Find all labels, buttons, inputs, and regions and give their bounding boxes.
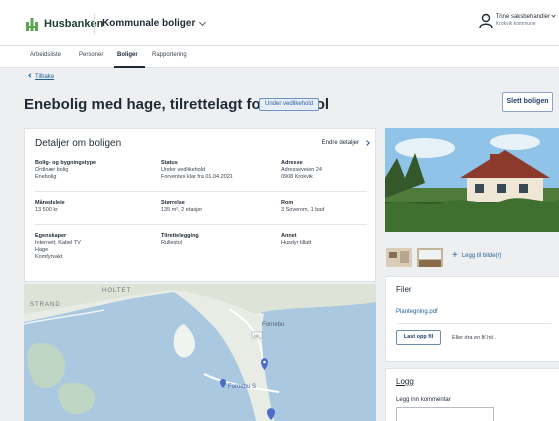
back-link[interactable]: Tilbake <box>28 73 55 80</box>
field-value: Enebolig <box>35 174 57 180</box>
app-selector[interactable]: Kommunale boliger <box>102 18 207 29</box>
housing-details-card: Detaljer om boligen Endre detaljer Bolig… <box>24 128 376 282</box>
field-label: Månedsleie <box>35 200 65 206</box>
chevron-down-icon <box>551 13 556 18</box>
edit-details-label: Endre detaljer <box>321 140 359 146</box>
files-card: Filer Plantegning.pdf Last opp fil Eller… <box>385 276 559 362</box>
app-selector-label: Kommunale boliger <box>102 18 196 29</box>
field-value: Internett, Kabel TV <box>35 240 81 246</box>
field-value: Adresseveien 24 <box>281 167 322 173</box>
add-images-button[interactable]: + Legg til bilde(r) <box>452 250 502 261</box>
top-bar: Husbanken Kommunale boliger Trine saksbe… <box>0 0 559 46</box>
user-icon <box>479 13 493 29</box>
divider <box>35 224 367 225</box>
chevron-right-icon <box>364 140 370 146</box>
husbanken-logo[interactable]: Husbanken <box>25 17 103 31</box>
comment-label: Legg inn kommentar <box>396 397 451 403</box>
plus-icon: + <box>452 250 458 261</box>
details-title: Detaljer om boligen <box>35 138 122 149</box>
field-other: Annet Husdyr tillatt <box>281 233 391 247</box>
tab-arbeidsliste[interactable]: Arbeidsliste <box>30 52 61 58</box>
image-thumbnail[interactable] <box>417 248 443 267</box>
field-status: Status Under vedlikehold Forventes klar … <box>161 160 271 181</box>
upload-file-button[interactable]: Last opp fil <box>396 330 441 345</box>
field-value: 0908 Krokvik <box>281 174 313 180</box>
field-rooms: Rom 3 Soverom, 1 bad <box>281 200 391 214</box>
field-address: Adresse Adresseveien 24 0908 Krokvik <box>281 160 391 181</box>
map-label-holtet: HOLTET <box>102 288 131 294</box>
field-value: 3 Soverom, 1 bad <box>281 207 325 213</box>
divider <box>396 323 551 324</box>
field-label: Status <box>161 160 178 166</box>
field-label: Tilrettelegging <box>161 233 199 239</box>
log-card: Logg Legg inn kommentar <box>385 368 559 421</box>
map-label-fornebu-s: Fornebu S <box>228 384 256 390</box>
field-value: Under vedlikehold <box>161 167 206 173</box>
housing-photo[interactable] <box>385 128 559 232</box>
active-tab-indicator <box>114 66 145 68</box>
field-value: Komfyrvakt <box>35 254 63 260</box>
field-accessibility: Tilrettelegging Rullestol <box>161 233 271 247</box>
add-images-label: Legg til bilde(r) <box>461 253 502 259</box>
field-value: Ordinær bolig <box>35 167 69 173</box>
tab-personer[interactable]: Personer <box>79 52 103 58</box>
user-organization: Krokvik kommune <box>495 21 536 27</box>
map-road-number: 160 <box>254 334 260 338</box>
field-value: Forventes klar fra 01.04.2021 <box>161 174 233 180</box>
field-label: Rom <box>281 200 294 206</box>
field-label: Egenskaper <box>35 233 67 239</box>
chevron-down-icon <box>199 18 207 26</box>
image-thumbnail[interactable] <box>386 248 412 267</box>
files-title: Filer <box>396 285 412 294</box>
user-name: Trine saksbehandler <box>495 14 550 20</box>
main-tabs: Arbeidsliste Personer Boliger Rapporteri… <box>0 46 559 68</box>
map-label-fornebu: Fornebu <box>262 322 284 328</box>
map-label-strand: STRAND <box>30 302 61 308</box>
field-building-type: Bolig- og bygningstype Ordinær bolig Ene… <box>35 160 145 181</box>
comment-input[interactable] <box>396 407 494 421</box>
field-value: Hage <box>35 247 49 253</box>
field-properties: Egenskaper Internett, Kabel TV Hage Komf… <box>35 233 145 261</box>
tab-boliger[interactable]: Boliger <box>117 52 138 58</box>
field-value: Rullestol <box>161 240 183 246</box>
field-value: 135 m², 2 etasjer <box>161 207 203 213</box>
log-title: Logg <box>396 377 414 386</box>
file-link[interactable]: Plantegning.pdf <box>396 309 438 315</box>
field-label: Størrelse <box>161 200 185 206</box>
tab-rapportering[interactable]: Rapportering <box>152 52 187 58</box>
back-link-label: Tilbake <box>35 74 55 80</box>
field-label: Bolig- og bygningstype <box>35 160 97 166</box>
user-menu[interactable]: Trine saksbehandler Krokvik kommune <box>479 13 556 29</box>
header-divider <box>94 14 95 34</box>
divider <box>35 191 367 192</box>
house-logo-icon <box>25 17 39 31</box>
field-value: Husdyr tillatt <box>281 240 312 246</box>
chevron-left-icon <box>28 73 33 78</box>
field-size: Størrelse 135 m², 2 etasjer <box>161 200 271 214</box>
field-monthly-rent: Månedsleie 13 500 kr <box>35 200 145 214</box>
edit-details-link[interactable]: Endre detaljer <box>321 140 370 146</box>
status-badge: Under vedlikehold <box>259 98 320 111</box>
field-label: Adresse <box>281 160 303 166</box>
drag-drop-hint: Eller dra en fil hit.. <box>452 335 497 341</box>
delete-housing-button[interactable]: Slett boligen <box>502 92 553 112</box>
field-value: 13 500 kr <box>35 207 58 213</box>
field-label: Annet <box>281 233 297 239</box>
location-map[interactable]: STRAND HOLTET Fornebu 160 Fornebu S <box>24 284 376 421</box>
